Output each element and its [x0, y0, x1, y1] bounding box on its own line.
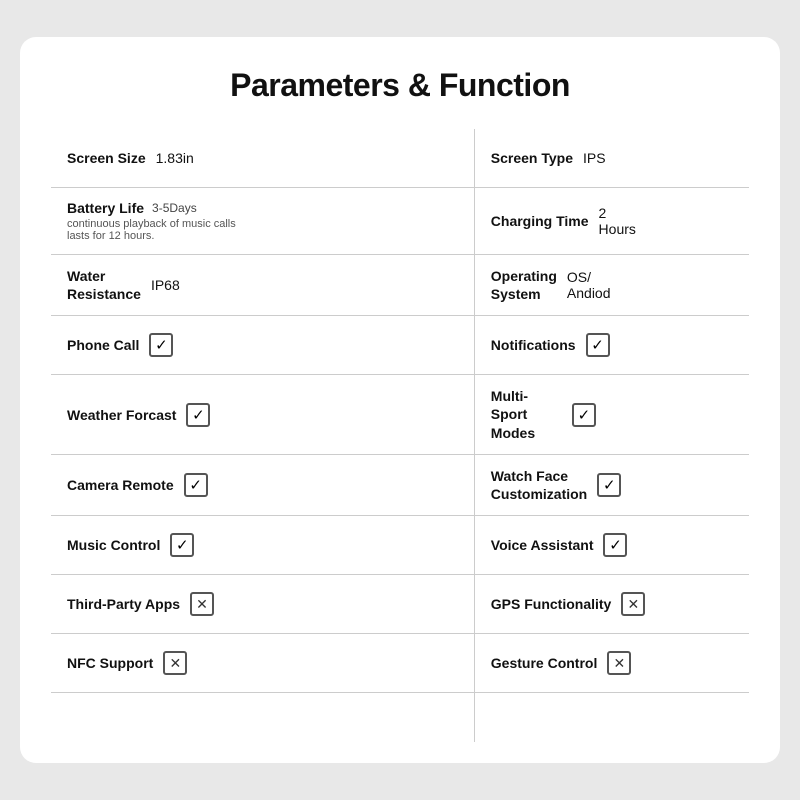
- table-row: Phone Call ✓ Notifications ✓: [51, 316, 750, 375]
- cell-right: GPS Functionality ✕: [474, 575, 749, 634]
- cell-value: 2 Hours: [599, 205, 636, 237]
- cell-right: Gesture Control ✕: [474, 634, 749, 693]
- battery-label: Battery Life: [67, 200, 144, 216]
- cell-label: Music Control: [67, 537, 160, 553]
- cell-label: Camera Remote: [67, 477, 174, 493]
- cell-left: Phone Call ✓: [51, 316, 475, 375]
- cell-label: WaterResistance: [67, 267, 141, 303]
- x-icon: ✕: [621, 592, 645, 616]
- parameters-table: Screen Size 1.83in Screen Type IPS Batte…: [50, 128, 750, 743]
- check-icon: ✓: [572, 403, 596, 427]
- page-wrapper: Parameters & Function Screen Size 1.83in…: [20, 37, 780, 763]
- check-icon: ✓: [149, 333, 173, 357]
- cell-label: Multi-SportModes: [491, 387, 562, 442]
- table-row: Third-Party Apps ✕ GPS Functionality ✕: [51, 575, 750, 634]
- cell-right: [474, 693, 749, 743]
- cell-left: NFC Support ✕: [51, 634, 475, 693]
- cell-left: Third-Party Apps ✕: [51, 575, 475, 634]
- cell-label: Screen Size: [67, 150, 146, 166]
- cell-left: Camera Remote ✓: [51, 454, 475, 515]
- page-title: Parameters & Function: [50, 67, 750, 104]
- cell-right: OperatingSystem OS/ Andiod: [474, 254, 749, 315]
- cell-left: Weather Forcast ✓: [51, 375, 475, 455]
- cell-label: Gesture Control: [491, 655, 598, 671]
- table-row: Battery Life 3-5Days continuous playback…: [51, 187, 750, 254]
- cell-left: Music Control ✓: [51, 516, 475, 575]
- x-icon: ✕: [163, 651, 187, 675]
- cell-label: Screen Type: [491, 150, 573, 166]
- cell-label: Weather Forcast: [67, 407, 176, 423]
- cell-label: Voice Assistant: [491, 537, 594, 553]
- x-icon: ✕: [607, 651, 631, 675]
- x-icon: ✕: [190, 592, 214, 616]
- cell-right: Screen Type IPS: [474, 128, 749, 187]
- cell-left: WaterResistance IP68: [51, 254, 475, 315]
- cell-label: GPS Functionality: [491, 596, 612, 612]
- cell-right: Notifications ✓: [474, 316, 749, 375]
- cell-label: OperatingSystem: [491, 267, 557, 303]
- cell-label: Charging Time: [491, 213, 589, 229]
- cell-left: Battery Life 3-5Days continuous playback…: [51, 187, 475, 254]
- battery-days: 3-5Days: [152, 201, 197, 215]
- check-icon: ✓: [603, 533, 627, 557]
- cell-label: Phone Call: [67, 337, 139, 353]
- cell-label: Notifications: [491, 337, 576, 353]
- cell-right: Watch FaceCustomization ✓: [474, 454, 749, 515]
- check-icon: ✓: [586, 333, 610, 357]
- cell-label: Third-Party Apps: [67, 596, 180, 612]
- battery-sub: continuous playback of music calls lasts…: [67, 218, 246, 242]
- table-row: Screen Size 1.83in Screen Type IPS: [51, 128, 750, 187]
- check-icon: ✓: [184, 473, 208, 497]
- cell-value: IPS: [583, 150, 606, 166]
- table-row: Camera Remote ✓ Watch FaceCustomization …: [51, 454, 750, 515]
- cell-value: OS/ Andiod: [567, 269, 611, 301]
- cell-right: Multi-SportModes ✓: [474, 375, 749, 455]
- check-icon: ✓: [597, 473, 621, 497]
- table-row: NFC Support ✕ Gesture Control ✕: [51, 634, 750, 693]
- table-row: WaterResistance IP68 OperatingSystem OS/…: [51, 254, 750, 315]
- check-icon: ✓: [170, 533, 194, 557]
- table-row: [51, 693, 750, 743]
- table-row: Weather Forcast ✓ Multi-SportModes ✓: [51, 375, 750, 455]
- cell-value: 1.83in: [156, 150, 194, 166]
- cell-left: Screen Size 1.83in: [51, 128, 475, 187]
- cell-left: [51, 693, 475, 743]
- check-icon: ✓: [186, 403, 210, 427]
- cell-right: Charging Time 2 Hours: [474, 187, 749, 254]
- cell-label: Watch FaceCustomization: [491, 467, 587, 503]
- cell-right: Voice Assistant ✓: [474, 516, 749, 575]
- table-row: Music Control ✓ Voice Assistant ✓: [51, 516, 750, 575]
- cell-label: NFC Support: [67, 655, 153, 671]
- cell-value: IP68: [151, 277, 180, 293]
